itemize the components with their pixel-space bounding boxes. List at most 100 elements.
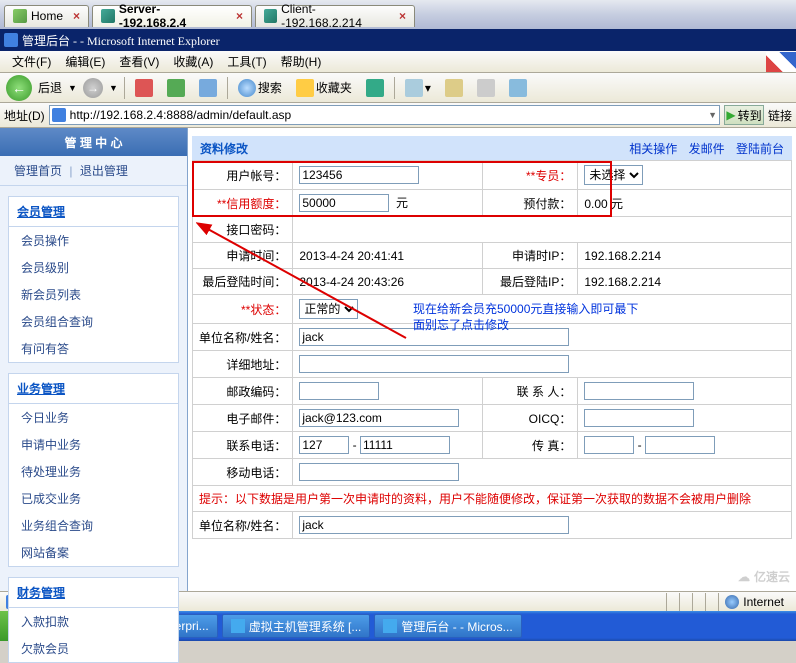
sidebar-item[interactable]: 入款扣款 [9,608,178,635]
tool-button[interactable] [473,77,499,99]
go-icon: ▶ [726,108,735,122]
cloud-icon: ☁ [738,570,750,584]
input-fax-area[interactable] [584,436,634,454]
menu-help[interactable]: 帮助(H) [275,51,328,72]
link-logout[interactable]: 退出管理 [76,164,132,178]
input-contact[interactable] [584,382,694,400]
sidebar-item[interactable]: 新会员列表 [9,281,178,308]
tab-client[interactable]: Client--192.168.2.214 × [255,5,415,27]
dropdown-icon[interactable]: ▼ [109,83,118,93]
url-text: http://192.168.2.4:8888/admin/default.as… [70,108,292,122]
sidebar-nav: 管理首页 | 退出管理 [0,156,187,186]
sidebar-item[interactable]: 已成交业务 [9,485,178,512]
select-sales[interactable]: 未选择 [584,165,643,185]
input-address[interactable] [299,355,569,373]
input-email[interactable] [299,409,459,427]
select-status[interactable]: 正常的 [299,299,358,319]
tab-home[interactable]: Home × [4,5,89,27]
menu-view[interactable]: 查看(V) [113,51,165,72]
label-email: 电子邮件： [193,405,293,432]
menu-edit[interactable]: 编辑(E) [59,51,111,72]
forward-button[interactable]: → [83,78,103,98]
close-icon[interactable]: × [73,9,80,23]
link-related[interactable]: 相关操作 [629,142,677,156]
globe-icon [725,595,739,609]
sidebar-item[interactable]: 会员组合查询 [9,308,178,335]
menu-tools[interactable]: 工具(T) [221,51,272,72]
label-mobile: 移动电话： [193,459,293,486]
menu-file[interactable]: 文件(F) [6,51,57,72]
chevron-down-icon[interactable]: ▼ [708,110,717,120]
edit-icon [477,79,495,97]
menu-bar: 文件(F) 编辑(E) 查看(V) 收藏(A) 工具(T) 帮助(H) [0,51,796,73]
client-icon [264,9,277,23]
stop-button[interactable] [131,77,157,99]
input-account[interactable] [299,166,419,184]
input-phone-area[interactable] [299,436,349,454]
label-apply-ip: 申请时IP： [483,243,578,269]
sidebar-item[interactable]: 会员级别 [9,254,178,281]
close-icon[interactable]: × [399,9,406,23]
media-button[interactable] [362,77,388,99]
input-phone-num[interactable] [360,436,450,454]
tool-button[interactable]: ▾ [401,77,435,99]
link-admin-home[interactable]: 管理首页 [10,164,66,178]
section-head-member[interactable]: 会员管理 [9,197,178,227]
input-unit2[interactable] [299,516,569,534]
label-unit: 单位名称/姓名： [193,324,293,351]
sidebar-item[interactable]: 今日业务 [9,404,178,431]
menu-fav[interactable]: 收藏(A) [167,51,219,72]
input-credit[interactable] [299,194,389,212]
stop-icon [135,79,153,97]
sidebar-item[interactable]: 待处理业务 [9,458,178,485]
content-panel: 资料修改 相关操作 发邮件 登陆前台 用户帐号： **专员： 未选择 **信用额… [188,128,796,591]
input-zip[interactable] [299,382,379,400]
label-apply-time: 申请时间： [193,243,293,269]
label-password: 接口密码： [193,217,293,243]
sidebar-item[interactable]: 会员操作 [9,227,178,254]
annotation-text: 现在给新会员充50000元直接输入即可最下 面别忘了点击修改 [413,301,693,333]
section-head-business[interactable]: 业务管理 [9,374,178,404]
panel-title: 资料修改 [200,140,621,157]
app-icon [231,619,245,633]
windows-flag-icon [766,52,796,72]
star-icon [296,79,314,97]
go-button[interactable]: ▶ 转到 [724,105,764,125]
address-input[interactable]: http://192.168.2.4:8888/admin/default.as… [49,105,720,125]
tab-server[interactable]: Server--192.168.2.4 × [92,5,252,27]
sidebar-item[interactable]: 申请中业务 [9,431,178,458]
taskbar-item[interactable]: 虚拟主机管理系统 [... [222,614,371,638]
house-icon [199,79,217,97]
panel-header: 资料修改 相关操作 发邮件 登陆前台 [192,136,792,160]
input-oicq[interactable] [584,409,694,427]
search-button[interactable]: 搜索 [234,77,286,99]
taskbar-item[interactable]: 管理后台 - - Micros... [374,614,521,638]
label-zip: 邮政编码： [193,378,293,405]
tool-button[interactable] [441,77,467,99]
tool-button[interactable] [505,77,531,99]
server-icon [101,9,115,23]
dropdown-icon[interactable]: ▼ [68,83,77,93]
input-mobile[interactable] [299,463,459,481]
close-icon[interactable]: × [236,9,243,23]
sidebar-item[interactable]: 业务组合查询 [9,512,178,539]
sidebar-item[interactable]: 网站备案 [9,539,178,566]
input-fax-num[interactable] [645,436,715,454]
form-table: 用户帐号： **专员： 未选择 **信用额度： 元 预付款： 0.00 元 接口… [192,160,792,539]
section-head-finance[interactable]: 财务管理 [9,578,178,608]
link-mail[interactable]: 发邮件 [689,142,725,156]
home-button[interactable] [195,77,221,99]
label-prepay: 预付款： [483,190,578,217]
refresh-button[interactable] [163,77,189,99]
media-icon [366,79,384,97]
label-account: 用户帐号： [193,161,293,190]
sidebar-item[interactable]: 有问有答 [9,335,178,362]
label-last-ip: 最后登陆IP： [483,269,578,295]
favorites-button[interactable]: 收藏夹 [292,77,356,99]
value-last-ip: 192.168.2.214 [578,269,792,295]
links-label[interactable]: 链接 [768,107,792,124]
back-button[interactable]: ← [6,75,32,101]
label-fax: 传 真： [483,432,578,459]
sidebar-item[interactable]: 欠款会员 [9,635,178,662]
link-front[interactable]: 登陆前台 [736,142,784,156]
